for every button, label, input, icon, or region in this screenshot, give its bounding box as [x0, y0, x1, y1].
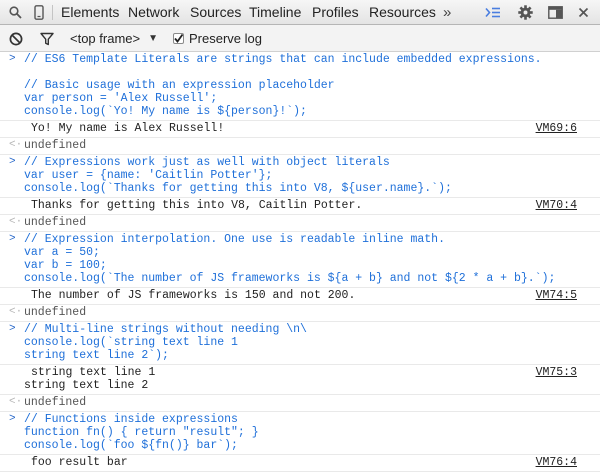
clear-console-icon[interactable]	[9, 25, 23, 52]
code-line: console.log(`Yo! My name is ${person}!`)…	[24, 105, 307, 118]
result-value: undefined	[24, 306, 87, 319]
console-result-message: <· undefined	[0, 305, 600, 322]
console-drawer-icon[interactable]	[482, 0, 504, 25]
code-line: // Multi-line strings without needing \n…	[24, 323, 307, 336]
more-tabs-chevron-icon[interactable]: »	[443, 0, 451, 25]
console-log-message: string text line 1 string text line 2 VM75…	[0, 365, 600, 395]
code-line: var user = {name: 'Caitlin Potter'};	[24, 169, 273, 182]
console-log-message: foo result bar VM76:4	[0, 455, 600, 472]
code-line: // Basic usage with an expression placeh…	[24, 79, 335, 92]
log-line: foo result bar	[31, 456, 128, 469]
dock-side-icon[interactable]	[545, 0, 565, 25]
log-line: string text line 2	[24, 379, 149, 392]
preserve-log-checkbox[interactable]	[173, 33, 184, 44]
console-result-message: <· undefined	[0, 395, 600, 412]
console-input-message: > // ES6 Template Literals are strings th…	[0, 52, 600, 121]
console-input-message: > // Functions inside expressions function…	[0, 412, 600, 455]
source-link[interactable]: VM76:4	[536, 456, 577, 469]
tab-network[interactable]: Network	[128, 0, 179, 25]
source-link[interactable]: VM75:3	[536, 366, 577, 379]
code-line: // Expressions work just as well with ob…	[24, 156, 390, 169]
source-link[interactable]: VM69:6	[536, 122, 577, 135]
preserve-log-toggle[interactable]: Preserve log	[173, 25, 262, 52]
prompt-chevron-icon: >	[9, 413, 16, 425]
result-value: undefined	[24, 216, 87, 229]
checkmark-icon	[174, 33, 184, 43]
code-line: console.log(`foo ${fn()} bar`);	[24, 439, 238, 452]
result-value: undefined	[24, 139, 87, 152]
console-input-message: > // Expression interpolation. One use is…	[0, 232, 600, 288]
result-arrow-icon: <·	[9, 306, 23, 318]
console-filter-bar: <top frame> ▼ Preserve log	[0, 25, 600, 52]
tab-sources[interactable]: Sources	[190, 0, 241, 25]
console-messages: > // ES6 Template Literals are strings th…	[0, 52, 600, 474]
code-line: string text line 2`);	[24, 349, 169, 362]
code-line: // Functions inside expressions	[24, 413, 238, 426]
tab-elements[interactable]: Elements	[61, 0, 119, 25]
gear-icon[interactable]	[514, 0, 536, 25]
console-log-message: The number of JS frameworks is 150 and n…	[0, 288, 600, 305]
code-line: var b = 100;	[24, 259, 107, 272]
code-line: var person = 'Alex Russell';	[24, 92, 218, 105]
console-input-message: > // Expressions work just as well with o…	[0, 155, 600, 198]
prompt-chevron-icon: >	[9, 233, 16, 245]
prompt-chevron-icon: >	[9, 323, 16, 335]
code-line: // Expression interpolation. One use is …	[24, 233, 445, 246]
source-link[interactable]: VM74:5	[536, 289, 577, 302]
frame-select[interactable]: <top frame> ▼	[70, 25, 158, 52]
log-line: Yo! My name is Alex Russell!	[31, 122, 225, 135]
code-line: console.log(`Thanks for getting this int…	[24, 182, 452, 195]
console-result-message: <· undefined	[0, 138, 600, 155]
console-log-message: Thanks for getting this into V8, Caitlin…	[0, 198, 600, 215]
prompt-chevron-icon: >	[9, 156, 16, 168]
console-log-message: Yo! My name is Alex Russell! VM69:6	[0, 121, 600, 138]
log-line: Thanks for getting this into V8, Caitlin…	[31, 199, 363, 212]
prompt-chevron-icon: >	[9, 53, 16, 65]
inspect-search-icon[interactable]	[6, 0, 24, 25]
result-value: undefined	[24, 396, 87, 409]
code-line: console.log(`The number of JS frameworks…	[24, 272, 556, 285]
chevron-down-icon: ▼	[148, 33, 159, 44]
code-line: var a = 50;	[24, 246, 100, 259]
devtools-toolbar: Elements Network Sources Timeline Profil…	[0, 0, 600, 25]
tab-profiles[interactable]: Profiles	[312, 0, 359, 25]
result-arrow-icon: <·	[9, 139, 23, 151]
device-mode-icon[interactable]	[30, 0, 48, 25]
log-line: The number of JS frameworks is 150 and n…	[31, 289, 356, 302]
code-line: console.log(`string text line 1	[24, 336, 238, 349]
log-line: string text line 1	[31, 366, 156, 379]
source-link[interactable]: VM70:4	[536, 199, 577, 212]
toolbar-divider	[52, 5, 53, 20]
result-arrow-icon: <·	[9, 216, 23, 228]
preserve-log-label: Preserve log	[189, 31, 262, 46]
result-arrow-icon: <·	[9, 396, 23, 408]
frame-select-value: <top frame>	[70, 31, 141, 46]
code-line: // ES6 Template Literals are strings tha…	[24, 53, 542, 66]
code-line: function fn() { return "result"; }	[24, 426, 259, 439]
tab-resources[interactable]: Resources	[369, 0, 436, 25]
tab-timeline[interactable]: Timeline	[249, 0, 301, 25]
console-input-message: > // Multi-line strings without needing \…	[0, 322, 600, 365]
console-result-message: <· undefined	[0, 215, 600, 232]
close-icon[interactable]	[573, 0, 593, 25]
filter-funnel-icon[interactable]	[40, 25, 54, 52]
